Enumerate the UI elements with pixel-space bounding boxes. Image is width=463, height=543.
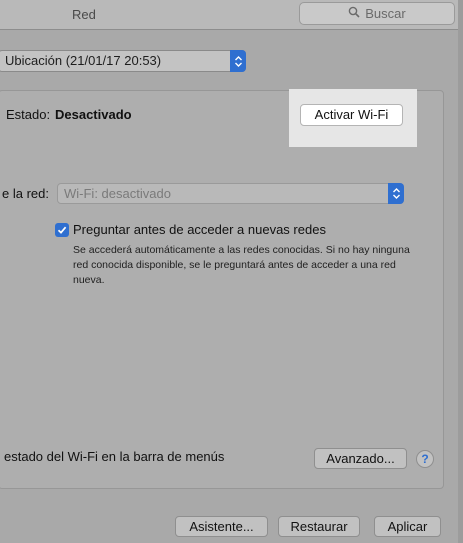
network-name-label: e la red: [2,186,49,201]
window-edge [458,0,463,543]
show-wifi-status-label[interactable]: estado del Wi-Fi en la barra de menús [4,449,224,464]
wifi-settings-panel [0,90,444,489]
checkmark-icon [57,226,67,234]
status-value: Desactivado [55,107,132,122]
location-stepper-icon [230,50,246,72]
search-placeholder: Buscar [365,6,406,21]
assistant-button[interactable]: Asistente... [175,516,268,537]
window-title: Red [72,7,96,22]
ask-before-joining-checkbox[interactable] [55,223,69,237]
location-value: Ubicación (21/01/17 20:53) [5,53,162,68]
help-button[interactable]: ? [416,450,434,468]
search-field[interactable]: Buscar [299,2,455,25]
activate-wifi-button[interactable]: Activar Wi-Fi [300,104,403,126]
ask-before-joining-label[interactable]: Preguntar antes de acceder a nuevas rede… [73,222,326,237]
ask-before-joining-help: Se accederá automáticamente a las redes … [73,244,410,286]
advanced-button[interactable]: Avanzado... [314,448,407,469]
search-icon [348,6,360,21]
location-popup[interactable]: Ubicación (21/01/17 20:53) [0,50,246,72]
status-label: Estado: [6,107,51,122]
network-stepper-icon [388,183,404,204]
network-name-popup[interactable]: Wi-Fi: desactivado [57,183,404,204]
apply-button[interactable]: Aplicar [374,516,441,537]
network-name-value: Wi-Fi: desactivado [64,186,171,201]
revert-button[interactable]: Restaurar [278,516,360,537]
